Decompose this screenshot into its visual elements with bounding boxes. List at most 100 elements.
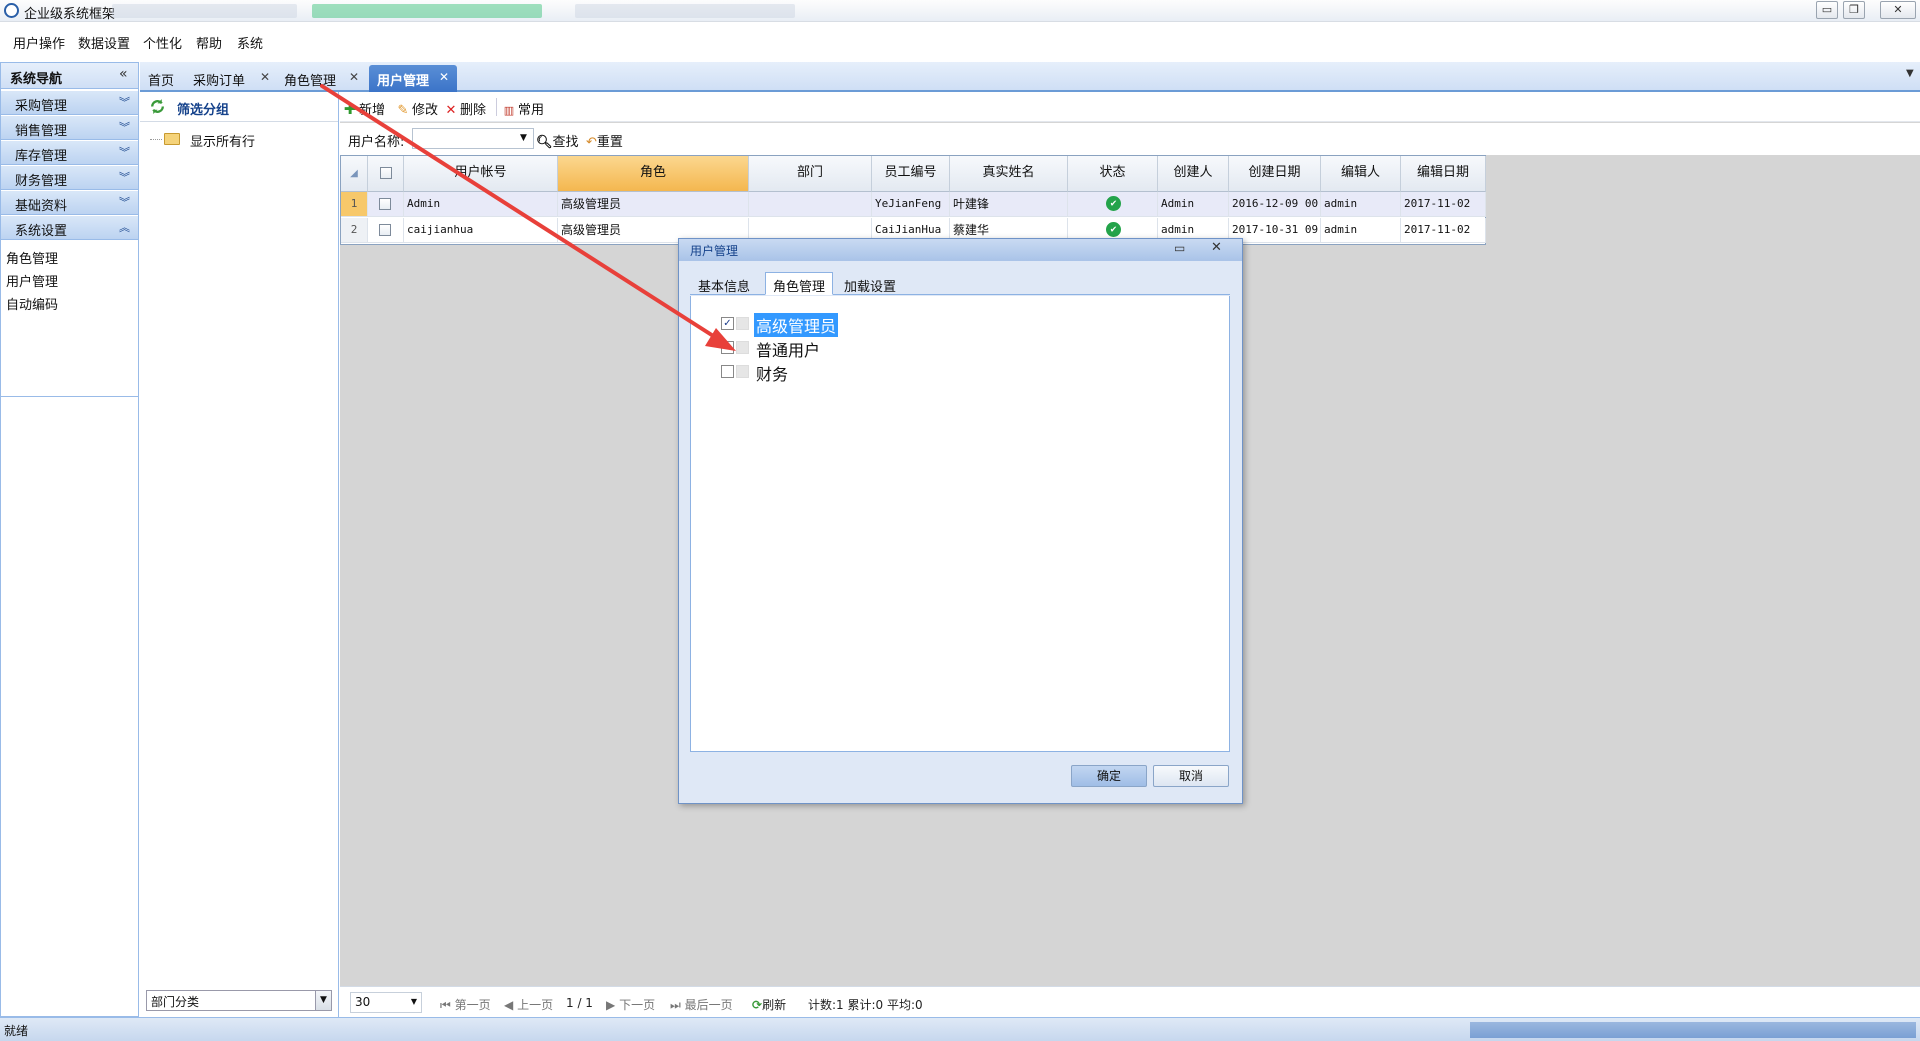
refresh-icon[interactable] <box>149 98 166 115</box>
group-panel-title: 筛选分组 <box>177 103 230 118</box>
grid-corner[interactable]: ◢ <box>341 156 368 192</box>
column-header-real-name[interactable]: 真实姓名 <box>950 156 1068 192</box>
nav-group-purchase[interactable]: 采购管理 ︾ <box>1 91 138 115</box>
cell-created-date: 2016-12-09 00 <box>1229 192 1321 217</box>
tree-item-show-all[interactable]: 显示所有行 <box>150 130 330 150</box>
prev-page-button[interactable]: ◀ 上一页 <box>504 996 553 1013</box>
nav-link-role-management[interactable]: 角色管理 <box>6 248 58 267</box>
nav-group-sales[interactable]: 销售管理 ︾ <box>1 116 138 140</box>
undo-icon: ↶ <box>586 135 597 150</box>
tab-load-settings[interactable]: 加载设置 <box>836 272 904 295</box>
prev-page-icon: ◀ <box>504 998 514 1012</box>
column-header-department[interactable]: 部门 <box>749 156 872 192</box>
row-checkbox[interactable] <box>379 224 391 236</box>
nav-group-label: 采购管理 <box>15 99 68 114</box>
pagination-bar: 30 ▼ ⏮ 第一页 ◀ 上一页 1 / 1 ▶ 下一页 ⏭ 最后一页 ⟳刷新 计… <box>340 986 1920 1017</box>
column-header-status[interactable]: 状态 <box>1068 156 1158 192</box>
cell-editor: admin <box>1321 192 1401 217</box>
nav-group-finance[interactable]: 财务管理 ︾ <box>1 166 138 190</box>
status-ok-icon: ✔ <box>1106 222 1121 237</box>
next-page-button[interactable]: ▶ 下一页 <box>606 996 655 1013</box>
restore-button[interactable]: ❐ <box>1843 1 1865 19</box>
tab-role-management[interactable]: 角色管理 ✕ <box>276 65 364 92</box>
tab-basic-info[interactable]: 基本信息 <box>690 272 758 295</box>
row-checkbox-cell <box>368 218 404 243</box>
find-button[interactable]: 🔍︎查找 <box>536 131 579 150</box>
select-all-checkbox[interactable] <box>380 167 392 179</box>
column-header-account[interactable]: 用户帐号 <box>404 156 558 192</box>
username-input[interactable] <box>412 128 534 149</box>
tab-menu-dropdown-icon[interactable]: ▼ <box>1906 68 1914 79</box>
user-data-grid: ◢ 用户帐号 角色 部门 员工编号 真实姓名 状态 创建人 创建日期 编辑人 编… <box>340 155 1486 245</box>
refresh-button[interactable]: ⟳刷新 <box>752 996 786 1013</box>
close-icon[interactable]: ✕ <box>1211 240 1222 255</box>
page-info: 1 / 1 <box>566 996 593 1010</box>
cell-creator: Admin <box>1158 192 1229 217</box>
tab-label: 角色管理 <box>284 74 337 89</box>
common-button[interactable]: ▥ 常用 <box>502 99 544 118</box>
nav-group-label: 财务管理 <box>15 174 68 189</box>
toolbar-divider <box>496 98 497 116</box>
chevron-down-icon[interactable]: ▼ <box>520 133 527 143</box>
select-all-corner-icon: ◢ <box>350 168 358 179</box>
column-header-created-date[interactable]: 创建日期 <box>1229 156 1321 192</box>
row-checkbox[interactable] <box>379 198 391 210</box>
role-checkbox[interactable] <box>721 365 734 378</box>
app-logo-icon <box>4 3 19 18</box>
first-page-button[interactable]: ⏮ 第一页 <box>440 996 491 1013</box>
menu-user-ops[interactable]: 用户操作 <box>13 33 65 52</box>
confirm-button[interactable]: 确定 <box>1071 765 1147 787</box>
menu-data-settings[interactable]: 数据设置 <box>78 33 130 52</box>
page-size-select[interactable]: 30 ▼ <box>350 992 422 1013</box>
column-header-edited-date[interactable]: 编辑日期 <box>1401 156 1486 192</box>
close-tab-icon[interactable]: ✕ <box>349 70 359 84</box>
last-page-button[interactable]: ⏭ 最后一页 <box>670 996 733 1013</box>
nav-group-inventory[interactable]: 库存管理 ︾ <box>1 141 138 165</box>
role-checkbox[interactable] <box>721 341 734 354</box>
role-type-icon <box>736 365 749 378</box>
tab-user-management[interactable]: 用户管理 ✕ <box>369 65 457 92</box>
find-label: 查找 <box>552 135 579 150</box>
nav-group-label: 基础资料 <box>15 199 68 214</box>
close-tab-icon[interactable]: ✕ <box>439 70 449 84</box>
tab-home[interactable]: 首页 <box>140 65 180 92</box>
status-text: 就绪 <box>4 1024 29 1038</box>
nav-group-basic-data[interactable]: 基础资料 ︾ <box>1 191 138 215</box>
reset-button[interactable]: ↶重置 <box>586 131 623 150</box>
close-tab-icon[interactable]: ✕ <box>260 70 270 84</box>
nav-group-system-settings[interactable]: 系统设置 ︽ <box>1 216 138 240</box>
department-category-select[interactable]: 部门分类 ▼ <box>146 990 332 1011</box>
role-checkbox[interactable]: ✓ <box>721 317 734 330</box>
maximize-icon[interactable]: ▭ <box>1174 241 1185 255</box>
cell-editor: admin <box>1321 218 1401 243</box>
nav-link-auto-numbering[interactable]: 自动编码 <box>6 294 58 313</box>
cell-edited-date: 2017-11-02 <box>1401 218 1486 243</box>
dialog-title: 用户管理 <box>690 244 739 258</box>
chevron-down-icon: ︾ <box>119 171 130 184</box>
role-label: 普通用户 <box>756 341 821 360</box>
menu-help[interactable]: 帮助 <box>196 33 222 52</box>
column-header-creator[interactable]: 创建人 <box>1158 156 1229 192</box>
chevron-down-icon: ︾ <box>119 196 130 209</box>
column-header-role[interactable]: 角色 <box>558 156 749 192</box>
tab-label: 用户管理 <box>377 74 430 89</box>
add-button[interactable]: ✚ 新增 <box>343 99 385 118</box>
cancel-button[interactable]: 取消 <box>1153 765 1229 787</box>
menu-personalize[interactable]: 个性化 <box>143 33 182 52</box>
taskbar-ghost-tab <box>112 4 297 18</box>
column-header-editor[interactable]: 编辑人 <box>1321 156 1401 192</box>
delete-button[interactable]: ✕ 删除 <box>444 99 486 118</box>
collapse-nav-icon[interactable]: « <box>119 66 128 82</box>
minimize-button[interactable]: ▭ <box>1816 1 1838 19</box>
group-panel-header: 筛选分组 <box>140 92 338 122</box>
tab-purchase-order[interactable]: 采购订单 ✕ <box>185 65 275 92</box>
edit-button[interactable]: ✎ 修改 <box>396 99 438 118</box>
menu-system[interactable]: 系统 <box>237 33 263 52</box>
nav-link-user-management[interactable]: 用户管理 <box>6 271 58 290</box>
tab-role-management[interactable]: 角色管理 <box>765 272 834 295</box>
nav-group-label: 销售管理 <box>15 124 68 139</box>
close-window-button[interactable]: ✕ <box>1880 1 1916 19</box>
cell-role: 高级管理员 <box>558 192 749 217</box>
column-header-employee-no[interactable]: 员工编号 <box>872 156 950 192</box>
chevron-down-icon[interactable]: ▼ <box>315 991 331 1010</box>
